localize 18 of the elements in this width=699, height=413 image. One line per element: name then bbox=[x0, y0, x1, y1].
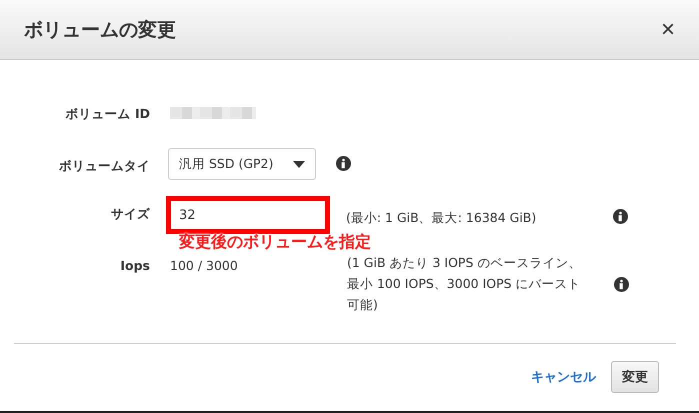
size-hint: (最小: 1 GiB、最大: 16384 GiB) bbox=[346, 209, 538, 227]
field-label: Iops bbox=[119, 257, 150, 273]
size-input[interactable]: 32 bbox=[166, 196, 330, 234]
field-label: ボリューム ID bbox=[64, 105, 150, 123]
dialog-title: ボリュームの変更 bbox=[24, 18, 176, 42]
close-button[interactable]: × bbox=[660, 18, 675, 42]
info-icon[interactable] bbox=[614, 277, 629, 292]
field-label: サイズ bbox=[110, 205, 150, 223]
info-icon[interactable] bbox=[336, 156, 351, 171]
caret-icon bbox=[293, 160, 305, 168]
field-label: ボリュームタイ bbox=[58, 157, 150, 175]
cancel-link[interactable]: キャンセル bbox=[531, 368, 596, 386]
annotation-text: 変更後のボリュームを指定 bbox=[179, 232, 371, 253]
info-icon[interactable] bbox=[613, 209, 628, 224]
iops-hint: (1 GiB あたり 3 IOPS のベースライン、最小 100 IOPS、3000 IOPS にバースト可能) bbox=[347, 254, 582, 314]
volume-type-select[interactable]: 汎用 SSD (GP2) bbox=[168, 148, 316, 180]
submit-button[interactable]: 変更 bbox=[611, 361, 659, 393]
iops-value: 100 / 3000 bbox=[170, 257, 239, 273]
